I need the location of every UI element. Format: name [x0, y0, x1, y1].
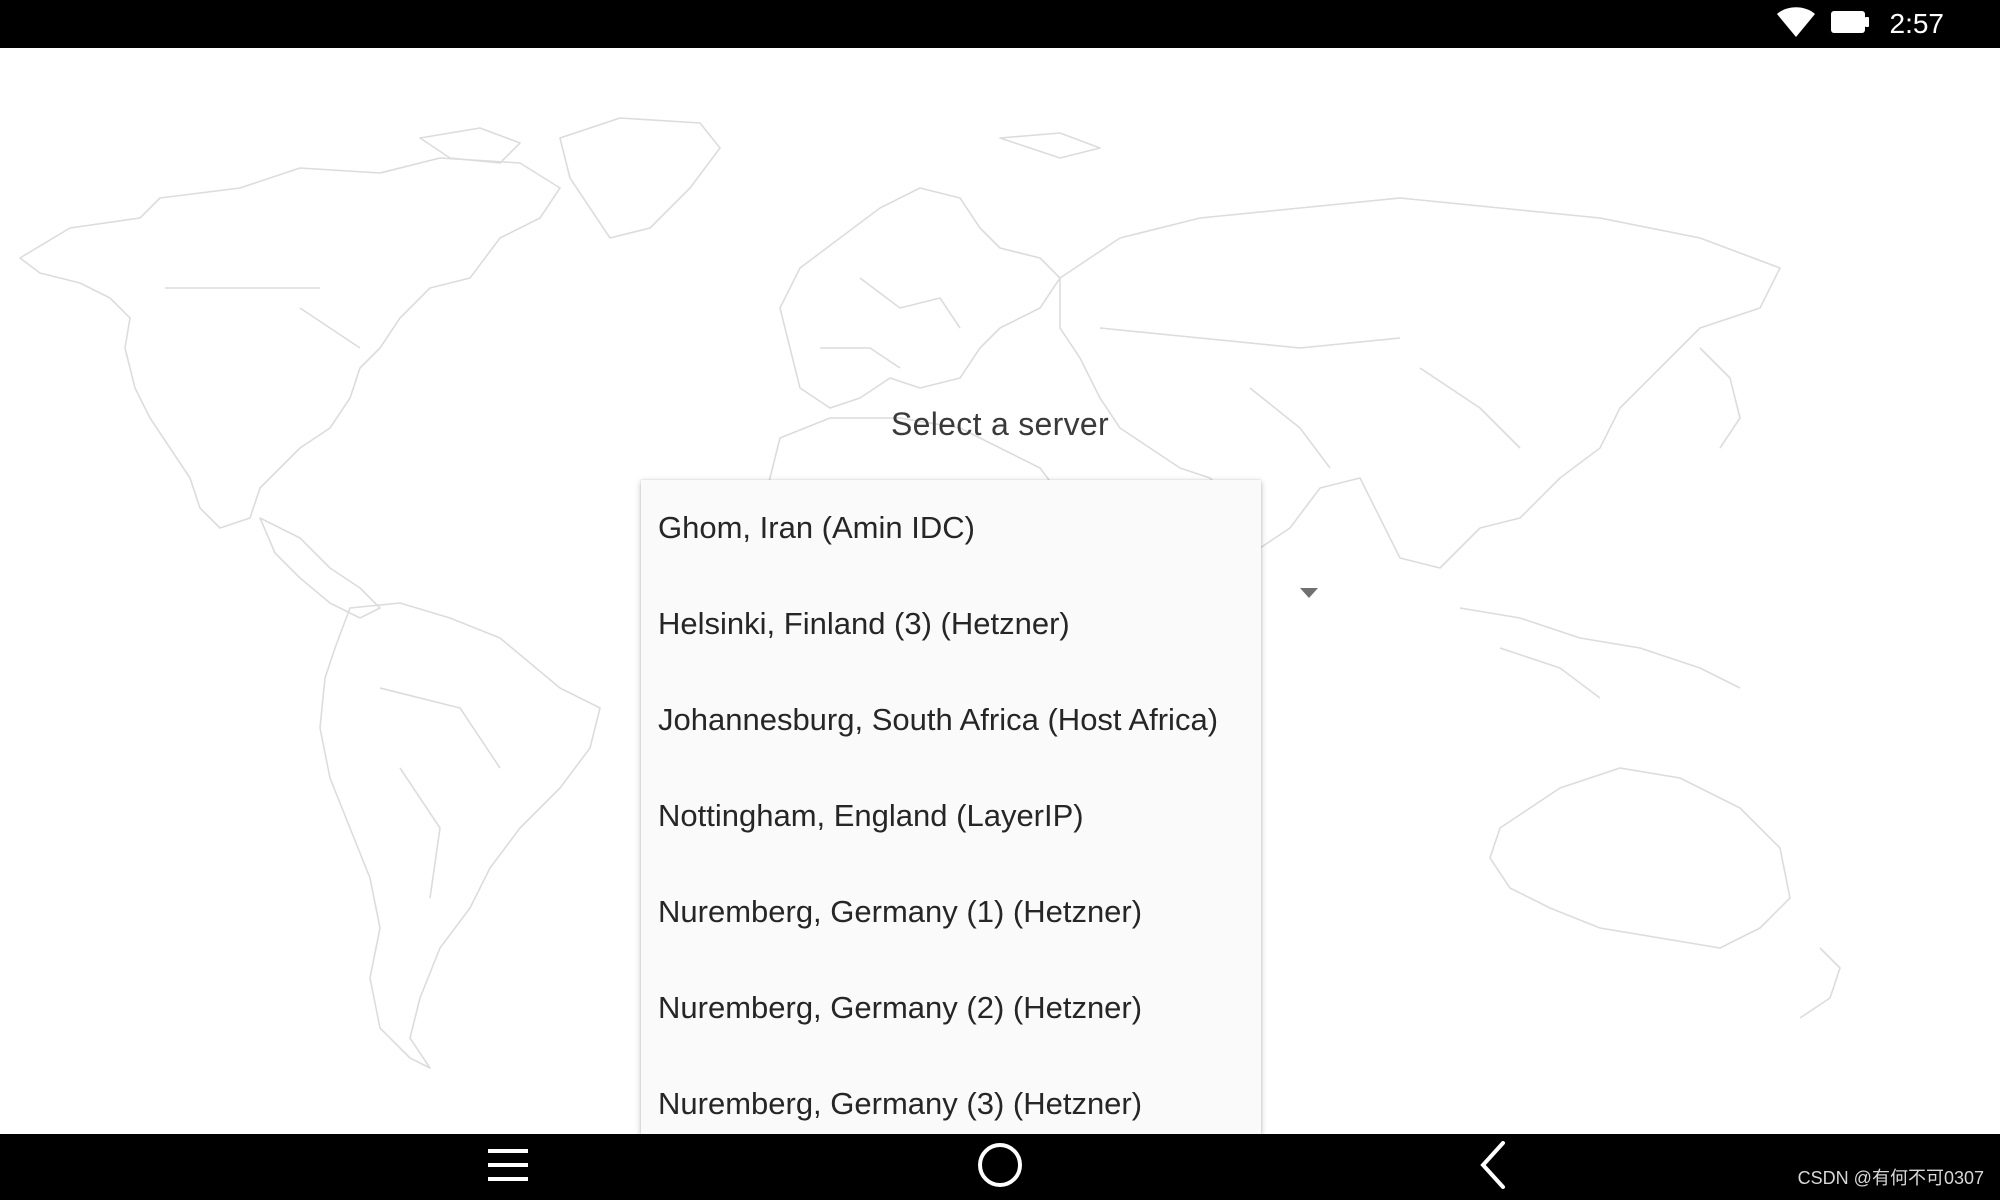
- menu-icon: [486, 1145, 530, 1190]
- back-button[interactable]: [1452, 1134, 1532, 1200]
- home-icon: [977, 1142, 1023, 1193]
- back-icon: [1477, 1140, 1507, 1194]
- home-button[interactable]: [960, 1134, 1040, 1200]
- chevron-down-icon[interactable]: [1300, 588, 1318, 598]
- server-option[interactable]: Ghom, Iran (Amin IDC): [641, 480, 1261, 576]
- server-option[interactable]: Nuremberg, Germany (1) (Hetzner): [641, 864, 1261, 960]
- wifi-icon: [1776, 5, 1816, 44]
- battery-icon: [1830, 9, 1870, 40]
- navigation-bar: CSDN @有何不可0307: [0, 1134, 2000, 1200]
- menu-button[interactable]: [468, 1134, 548, 1200]
- server-option[interactable]: Nuremberg, Germany (3) (Hetzner): [641, 1056, 1261, 1134]
- server-option[interactable]: Nottingham, England (LayerIP): [641, 768, 1261, 864]
- server-option[interactable]: Nuremberg, Germany (2) (Hetzner): [641, 960, 1261, 1056]
- server-option[interactable]: Helsinki, Finland (3) (Hetzner): [641, 576, 1261, 672]
- server-option[interactable]: Johannesburg, South Africa (Host Africa): [641, 672, 1261, 768]
- watermark: CSDN @有何不可0307: [1797, 1168, 1984, 1188]
- dialog-title: Select a server: [891, 406, 1109, 442]
- server-dropdown-list[interactable]: Ghom, Iran (Amin IDC) Helsinki, Finland …: [641, 480, 1261, 1134]
- screen: 2:57 Select a server Ghom, Iran (Amin ID…: [0, 0, 2000, 1200]
- status-time: 2:57: [1889, 8, 1945, 39]
- status-bar: 2:57: [0, 0, 2000, 48]
- status-icons: 2:57: [1776, 0, 1945, 48]
